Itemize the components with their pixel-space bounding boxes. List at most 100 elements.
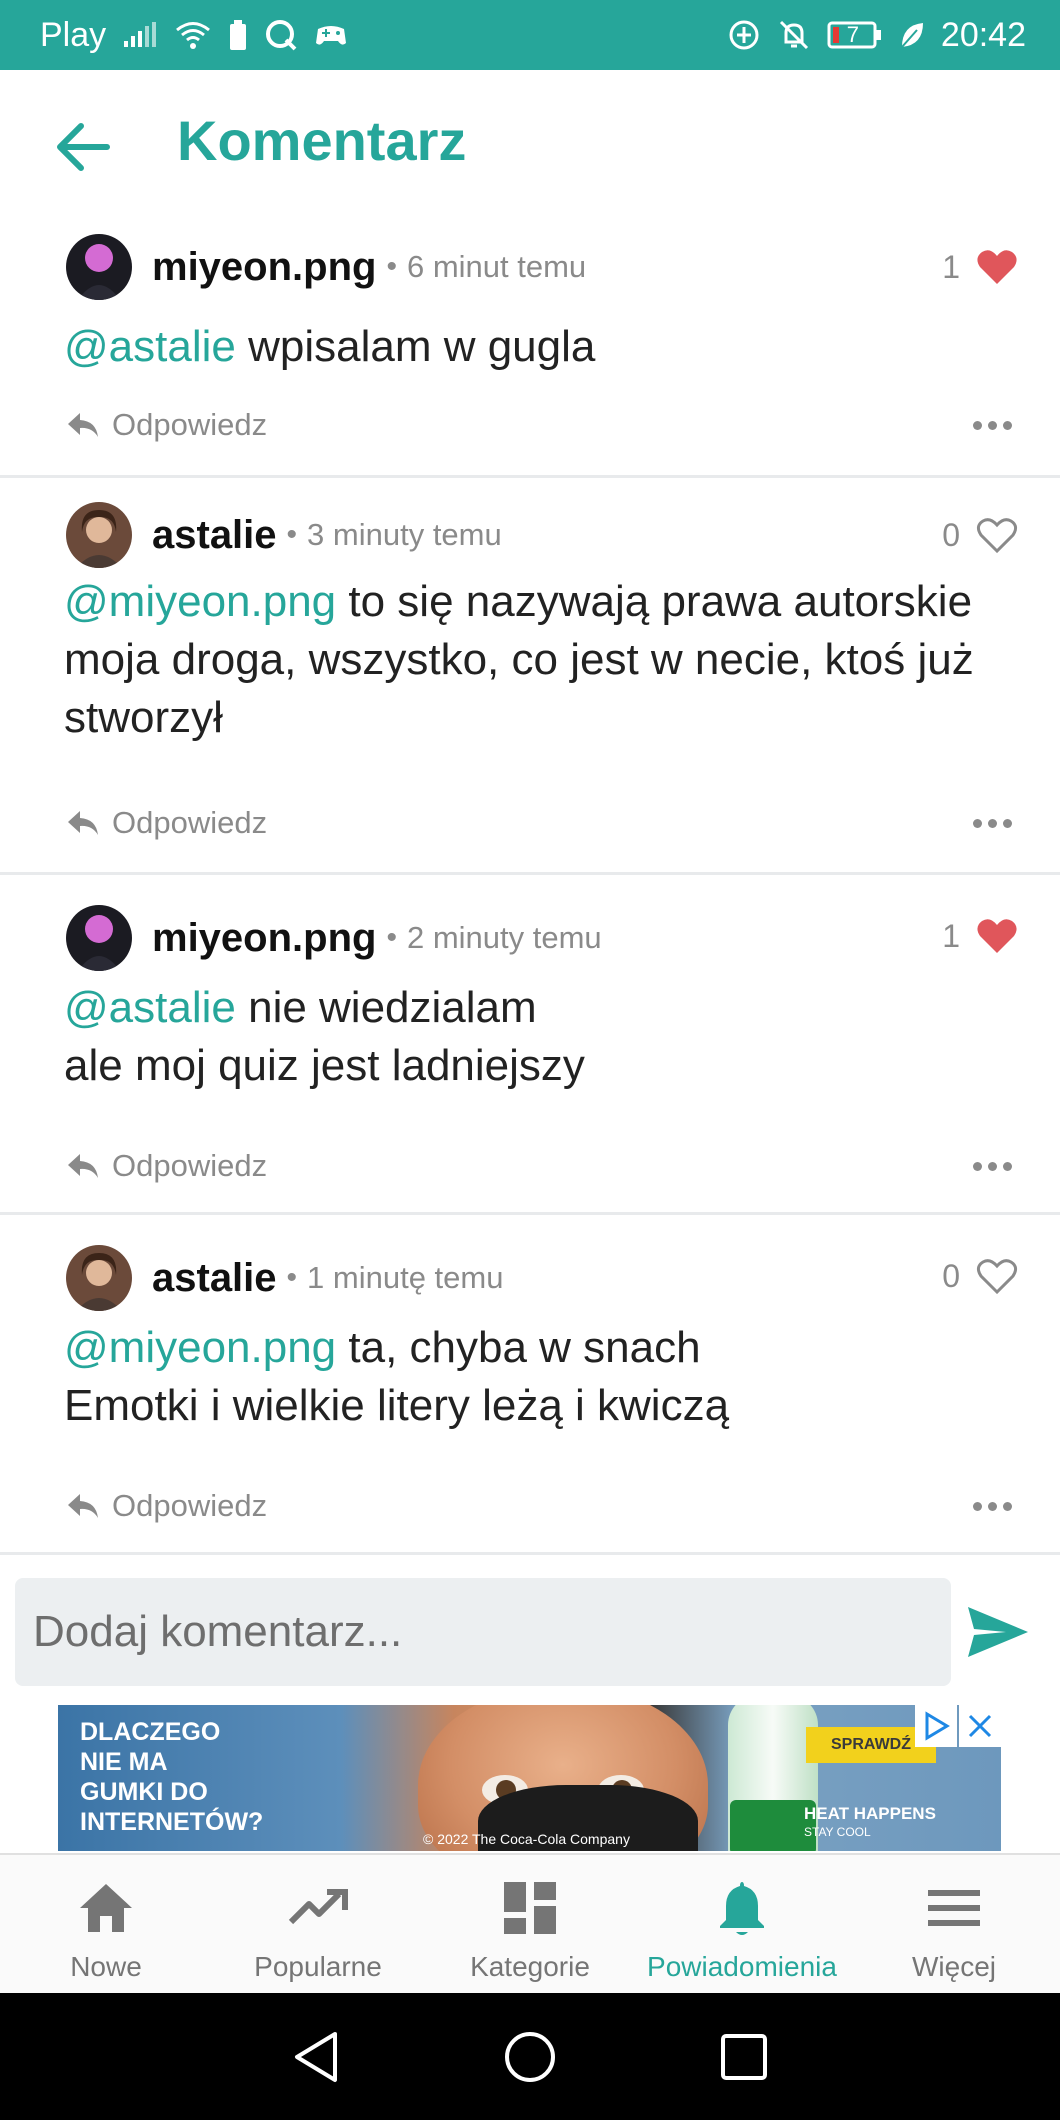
avatar[interactable] — [66, 502, 132, 568]
like-button[interactable]: 0 — [942, 502, 1018, 568]
reply-button[interactable]: Odpowiedz — [66, 1488, 267, 1524]
game-icon — [314, 21, 348, 49]
comment-actions: Odpowiedz — [66, 800, 1012, 846]
comment-username[interactable]: miyeon.png — [152, 245, 376, 290]
mention-link[interactable]: @miyeon.png — [64, 1323, 336, 1372]
clock: 20:42 — [940, 15, 1026, 54]
comment-text: @astalie nie wiedzialam ale moj quiz jes… — [64, 979, 1040, 1095]
comment-text: @miyeon.png ta, chyba w snach Emotki i w… — [64, 1319, 1040, 1435]
system-navigation-bar — [0, 1993, 1060, 2120]
like-button[interactable]: 1 — [942, 234, 1018, 300]
comment-input[interactable] — [15, 1578, 951, 1686]
comment-text: @astalie wpisalam w gugla — [64, 318, 1040, 376]
carrier-label: Play — [40, 15, 107, 54]
nav-item-powiadomienia[interactable]: Powiadomienia — [636, 1855, 848, 1993]
comment-line: Emotki i wielkie litery leżą i kwiczą — [64, 1381, 730, 1430]
more-options-icon[interactable] — [973, 818, 1012, 828]
reply-button[interactable]: Odpowiedz — [66, 805, 267, 841]
reply-icon — [68, 1154, 98, 1178]
avatar[interactable] — [66, 1245, 132, 1311]
comment-time: 6 minut temu — [406, 249, 587, 284]
avatar[interactable] — [66, 234, 132, 300]
reply-button[interactable]: Odpowiedz — [66, 407, 267, 443]
comment-time: 2 minuty temu — [406, 920, 602, 955]
comment-username[interactable]: astalie — [152, 1256, 277, 1301]
leaf-icon — [899, 20, 925, 50]
app-bar: Komentarz — [0, 70, 1060, 220]
signal-icon — [122, 21, 158, 49]
nav-item-nowe[interactable]: Nowe — [0, 1855, 212, 1993]
separator-dot: • — [386, 921, 397, 954]
ad-headline: DLACZEGO NIE MA GUMKI DO INTERNETÓW? — [80, 1718, 264, 1836]
ad-slogan: HEAT HAPPENS STAY COOL — [804, 1804, 936, 1840]
like-count: 0 — [942, 516, 960, 553]
system-recents-button[interactable] — [712, 2025, 776, 2089]
comment-line: wpisalam w gugla — [248, 322, 596, 371]
nav-label: Nowe — [70, 1951, 142, 1982]
comment-time: 1 minutę temu — [307, 1260, 504, 1295]
separator-dot: • — [386, 250, 397, 283]
nav-item-wiecej[interactable]: Więcej — [848, 1855, 1060, 1993]
like-count: 1 — [942, 248, 960, 285]
ad-controls — [915, 1705, 1001, 1747]
nav-label: Popularne — [254, 1951, 382, 1982]
bell-icon — [716, 1877, 768, 1939]
comment-actions: Odpowiedz — [66, 1483, 1012, 1529]
adchoices-icon[interactable] — [915, 1705, 957, 1747]
system-home-button[interactable] — [498, 2025, 562, 2089]
nav-item-kategorie[interactable]: Kategorie — [424, 1855, 636, 1993]
comment-text: @miyeon.png to się nazywają prawa autors… — [64, 573, 1040, 747]
nav-label: Więcej — [911, 1951, 996, 1982]
like-button[interactable]: 1 — [942, 903, 1018, 969]
mention-link[interactable]: @miyeon.png — [64, 577, 336, 626]
triangle-back-icon — [295, 2031, 337, 2082]
comment-time: 3 minuty temu — [307, 517, 502, 552]
mention-link[interactable]: @astalie — [64, 322, 236, 371]
battery-saver-icon — [228, 19, 248, 51]
separator-dot: • — [286, 518, 298, 551]
more-options-icon[interactable] — [973, 1501, 1012, 1511]
comment-actions: Odpowiedz — [66, 1143, 1012, 1189]
battery-icon: 7 — [827, 20, 883, 50]
more-options-icon[interactable] — [973, 1161, 1012, 1171]
comment-actions: Odpowiedz — [66, 402, 1012, 448]
reply-label: Odpowiedz — [112, 1148, 268, 1183]
comment-username[interactable]: miyeon.png — [152, 916, 376, 961]
comment-header: miyeon.png • 2 minuty temu — [66, 903, 602, 973]
mute-bell-icon — [777, 18, 811, 52]
heart-outline-icon — [976, 1259, 1018, 1295]
q-app-icon — [264, 18, 298, 52]
reply-icon — [68, 811, 98, 835]
more-options-icon[interactable] — [973, 420, 1012, 430]
send-button[interactable] — [965, 1600, 1031, 1664]
comment-list: miyeon.png • 6 minut temu 1 @astalie wpi… — [0, 220, 1060, 1555]
comment-username[interactable]: astalie — [152, 513, 277, 558]
back-button[interactable] — [50, 118, 116, 176]
page-title: Komentarz — [177, 109, 467, 172]
reply-button[interactable]: Odpowiedz — [66, 1148, 267, 1184]
system-back-button[interactable] — [284, 2025, 348, 2089]
reply-label: Odpowiedz — [112, 805, 268, 840]
like-button[interactable]: 0 — [942, 1243, 1018, 1309]
mention-link[interactable]: @astalie — [64, 983, 236, 1032]
close-icon[interactable] — [959, 1705, 1001, 1747]
comment-item: miyeon.png • 2 minuty temu 1 @astalie ni… — [0, 875, 1060, 1215]
nav-item-popularne[interactable]: Popularne — [212, 1855, 424, 1993]
wifi-icon — [174, 20, 212, 50]
square-recents-icon — [721, 2033, 767, 2080]
dashboard-icon — [502, 1877, 558, 1939]
nav-label: Kategorie — [470, 1951, 590, 1982]
reply-label: Odpowiedz — [112, 407, 268, 442]
comment-line: nie wiedzialam — [248, 983, 537, 1032]
like-count: 1 — [942, 917, 960, 954]
heart-filled-icon — [977, 250, 1017, 284]
reply-icon — [68, 1494, 98, 1518]
heart-filled-icon — [977, 919, 1017, 953]
status-bar: Play 7 20:42 — [0, 0, 1060, 70]
ad-banner[interactable]: DLACZEGO NIE MA GUMKI DO INTERNETÓW? SPR… — [58, 1705, 1001, 1851]
comment-composer — [0, 1560, 1060, 1705]
ad-copyright: © 2022 The Coca-Cola Company — [423, 1831, 630, 1847]
comment-line: ta, chyba w snach — [348, 1323, 701, 1372]
data-saver-icon — [727, 18, 761, 52]
avatar[interactable] — [66, 905, 132, 971]
